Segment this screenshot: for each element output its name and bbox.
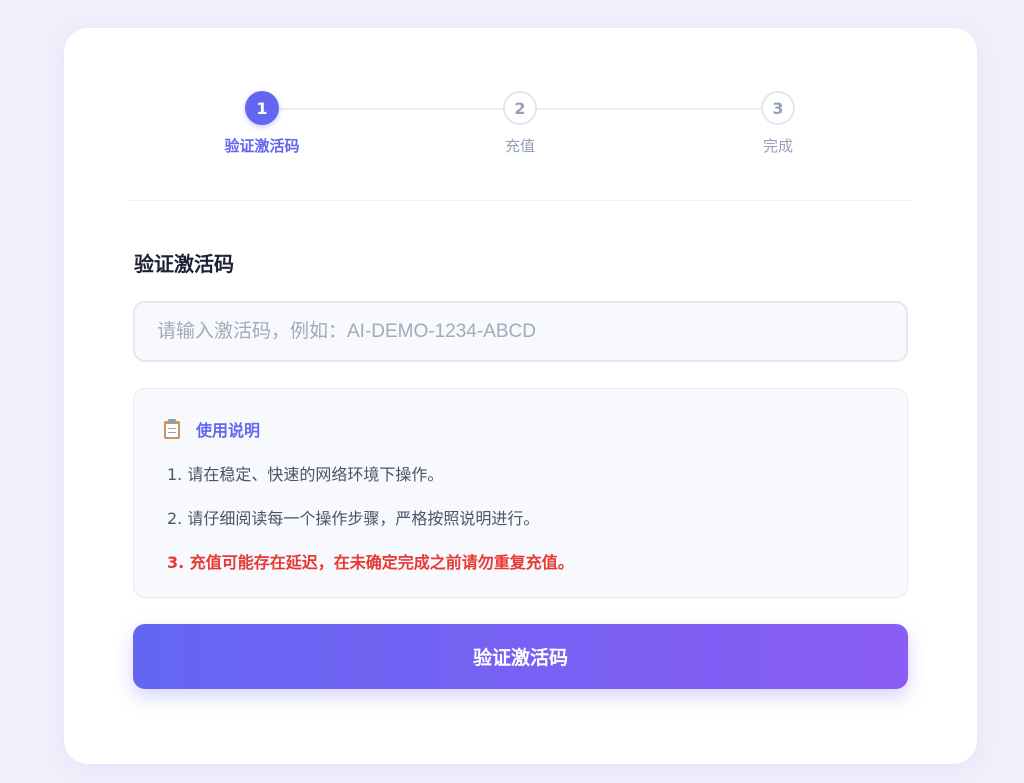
instructions-panel: 使用说明 1. 请在稳定、快速的网络环境下操作。 2. 请仔细阅读每一个操作步骤… — [133, 388, 908, 598]
instruction-item: 1. 请在稳定、快速的网络环境下操作。 — [167, 465, 444, 484]
step-label: 完成 — [762, 137, 793, 155]
step-number-badge: 2 — [503, 91, 537, 125]
section-title: 验证激活码 — [134, 252, 234, 276]
instructions-header: 使用说明 — [164, 417, 260, 441]
activation-card: 1 验证激活码 2 充值 3 完成 验证激活码 使用说明 1. 请在稳定、快速的… — [64, 28, 977, 764]
progress-stepper: 1 验证激活码 2 充值 3 完成 — [129, 91, 911, 201]
step-verify: 1 验证激活码 — [182, 91, 342, 156]
clipboard-icon — [164, 419, 180, 439]
step-label: 充值 — [504, 137, 535, 155]
instruction-warning: 3. 充值可能存在延迟，在未确定完成之前请勿重复充值。 — [167, 553, 574, 572]
step-label: 验证激活码 — [224, 137, 300, 155]
verify-code-button[interactable]: 验证激活码 — [133, 624, 908, 689]
instructions-title: 使用说明 — [196, 421, 261, 440]
step-number-badge: 1 — [245, 91, 279, 125]
step-number-badge: 3 — [761, 91, 795, 125]
step-recharge: 2 充值 — [440, 91, 600, 156]
instruction-item: 2. 请仔细阅读每一个操作步骤，严格按照说明进行。 — [167, 509, 540, 528]
activation-code-input[interactable] — [133, 301, 908, 362]
step-complete: 3 完成 — [698, 91, 858, 156]
